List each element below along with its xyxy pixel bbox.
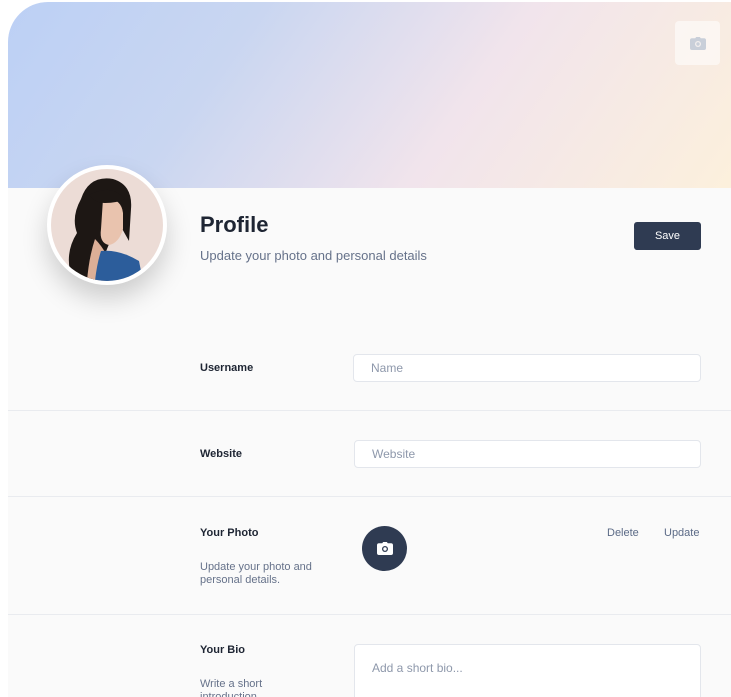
save-button[interactable]: Save (634, 222, 701, 250)
bio-help-text: Write a short introduction (200, 678, 263, 697)
camera-icon (376, 542, 393, 555)
photo-help-text: Update your photo and personal details. (200, 561, 312, 586)
divider (8, 614, 731, 615)
bio-textarea[interactable] (354, 644, 701, 697)
cover-camera-button[interactable] (675, 21, 720, 65)
profile-card: Profile Update your photo and personal d… (8, 2, 731, 697)
page-subtitle: Update your photo and personal details (200, 248, 427, 263)
website-label: Website (200, 448, 242, 460)
photo-label: Your Photo (200, 527, 259, 539)
divider (8, 496, 731, 497)
avatar[interactable] (47, 165, 167, 285)
camera-icon (689, 36, 706, 50)
username-label: Username (200, 362, 254, 374)
username-input[interactable] (353, 354, 701, 382)
divider (8, 410, 731, 411)
website-input[interactable] (354, 440, 701, 468)
update-photo-button[interactable]: Update (664, 527, 699, 539)
cover-banner (8, 2, 731, 188)
bio-label: Your Bio (200, 644, 246, 656)
delete-photo-button[interactable]: Delete (607, 527, 639, 539)
avatar-photo (51, 169, 163, 281)
photo-upload-button[interactable] (362, 526, 407, 571)
page-title: Profile (200, 212, 269, 237)
